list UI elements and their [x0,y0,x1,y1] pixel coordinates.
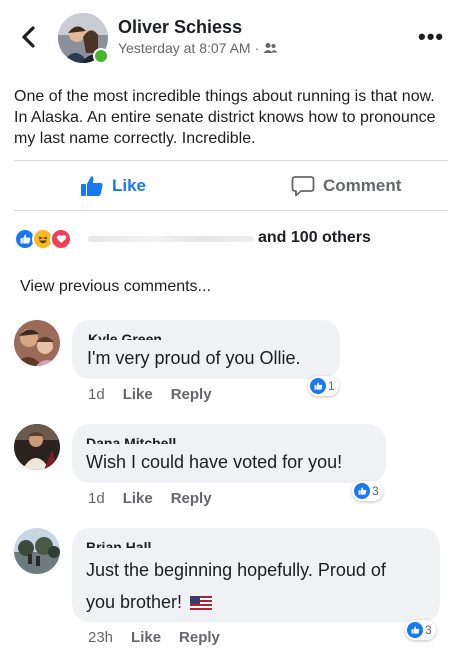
us-flag-icon [190,595,213,610]
reaction-summary[interactable]: and 100 others [258,229,371,247]
reaction-count: 3 [372,484,379,498]
commenter-name[interactable]: Brian Hall [86,540,178,548]
comment-time[interactable]: 1d [88,386,105,403]
like-reaction-icon [310,378,326,394]
like-button[interactable]: Like [80,175,146,197]
divider [14,210,448,211]
comment-actions: 1d Like Reply [88,490,212,507]
post-timestamp[interactable]: Yesterday at 8:07 AM [118,40,251,56]
commenter-avatar[interactable] [14,528,60,574]
comment-button-label: Comment [323,176,402,195]
reaction-count: 1 [328,379,335,393]
comment-text-line-1: Just the beginning hopefully. Proud of [86,560,386,580]
back-icon[interactable] [16,22,42,52]
comment-time[interactable]: 1d [88,490,105,507]
reaction-icons[interactable] [14,228,72,250]
thumbs-up-icon [81,176,103,196]
comment-like-button[interactable]: Like [131,629,161,646]
comment-text-line-2: you brother! [86,587,213,618]
commenter-avatar[interactable] [14,320,60,366]
view-previous-comments-link[interactable]: View previous comments... [20,278,211,296]
author-name[interactable]: Oliver Schiess [118,17,242,38]
friends-icon [263,43,278,53]
comment-like-button[interactable]: Like [123,386,153,403]
comment-reply-button[interactable]: Reply [171,490,212,507]
love-reaction-icon [50,228,72,250]
comment-like-button[interactable]: Like [123,490,153,507]
comment-bubble[interactable]: Brian Hall Just the beginning hopefully.… [72,528,440,622]
comment-time[interactable]: 23h [88,629,113,646]
comment-actions: 1d Like Reply [88,386,212,403]
redacted-names [88,236,254,242]
commenter-name[interactable]: Dana Mitchell [86,436,192,444]
reaction-count: 3 [425,623,432,637]
comment-text: I'm very proud of you Ollie. [87,348,301,368]
comment-icon [291,176,315,197]
like-button-label: Like [112,176,147,195]
more-options-icon[interactable]: ••• [418,24,444,50]
comment-reaction-badge[interactable]: 3 [352,481,383,501]
comment-actions: 23h Like Reply [88,629,220,646]
comment-reaction-badge[interactable]: 3 [405,620,436,640]
comment-bubble[interactable]: Kyle Green I'm very proud of you Ollie. [72,320,340,379]
comment-reply-button[interactable]: Reply [179,629,220,646]
comment-reaction-badge[interactable]: 1 [308,376,339,396]
like-reaction-icon [354,483,370,499]
comment-text: Wish I could have voted for you! [86,452,343,472]
like-reaction-icon [407,622,423,638]
comment-bubble[interactable]: Dana Mitchell Wish I could have voted fo… [72,424,386,483]
commenter-name[interactable]: Kyle Green [88,332,184,340]
online-status-indicator [93,48,109,64]
meta-separator: · [254,40,260,56]
post-body: One of the most incredible things about … [14,88,436,147]
comment-reply-button[interactable]: Reply [171,386,212,403]
divider [14,160,448,161]
comment-text-fragment: you brother! [86,592,183,612]
commenter-avatar[interactable] [14,424,60,470]
comment-button[interactable]: Comment [291,175,401,197]
post-meta: Yesterday at 8:07 AM · [118,40,278,56]
